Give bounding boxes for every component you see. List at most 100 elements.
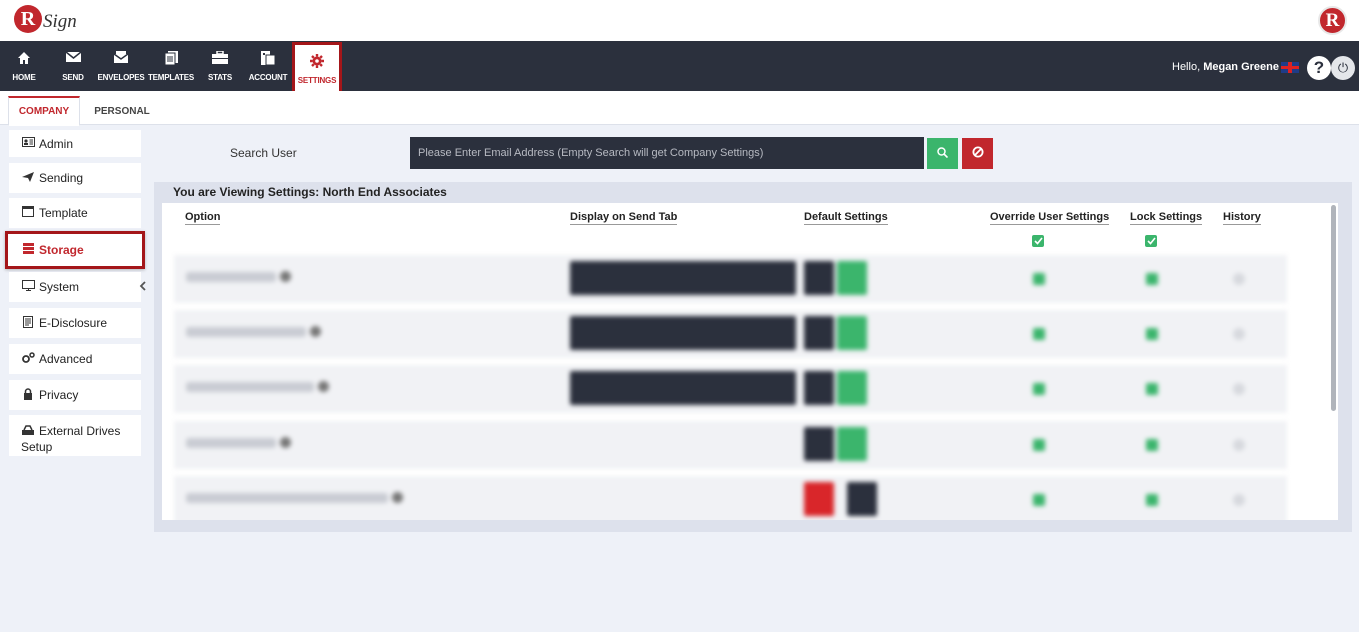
gear-icon — [310, 53, 324, 72]
nav-envelopes[interactable]: ENVELOPES — [97, 41, 145, 91]
monitor-icon — [21, 280, 35, 294]
column-lock-settings: Lock Settings — [1130, 211, 1203, 225]
display-select[interactable] — [570, 261, 796, 295]
override-checkbox[interactable] — [1033, 439, 1045, 451]
nav-home[interactable]: HOME — [6, 41, 42, 91]
sidebar-item-e-disclosure[interactable]: E-Disclosure — [9, 308, 141, 338]
table-row — [174, 476, 1287, 520]
toggle-off-button[interactable] — [804, 371, 834, 405]
briefcase-icon — [212, 49, 228, 69]
column-history: History — [1223, 211, 1261, 225]
nav-account-label: ACCOUNT — [248, 72, 288, 82]
override-checkbox[interactable] — [1033, 383, 1045, 395]
sidebar-item-template[interactable]: Template — [9, 198, 141, 228]
user-greeting: Hello, Megan Greene — [1172, 61, 1279, 73]
info-icon — [280, 271, 291, 282]
document-icon — [21, 315, 35, 331]
toggle-off-button[interactable] — [847, 482, 877, 516]
settings-table: Option Display on Send Tab Default Setti… — [162, 203, 1338, 520]
top-logo-bar: R Sign R — [0, 0, 1359, 41]
history-icon[interactable] — [1233, 328, 1245, 340]
toggle-on-button[interactable] — [837, 427, 867, 461]
sidebar-item-sending[interactable]: Sending — [9, 163, 141, 193]
nav-settings[interactable]: SETTINGS — [292, 42, 342, 96]
help-button[interactable]: ? — [1307, 56, 1331, 80]
nav-home-label: HOME — [12, 72, 36, 82]
toggle-off-button[interactable] — [804, 261, 834, 295]
column-display-on-send-tab: Display on Send Tab — [570, 211, 678, 225]
sidebar-item-advanced[interactable]: Advanced — [9, 344, 141, 374]
display-select[interactable] — [570, 316, 796, 350]
search-button[interactable] — [927, 138, 958, 169]
uk-flag-icon[interactable] — [1281, 62, 1299, 73]
sidebar-item-label: E-Disclosure — [39, 316, 108, 330]
history-icon[interactable] — [1233, 383, 1245, 395]
sidebar-item-label: System — [39, 280, 80, 294]
info-icon — [280, 437, 291, 448]
lock-checkbox[interactable] — [1146, 273, 1158, 285]
column-option: Option — [185, 211, 221, 225]
sidebar-item-label: External Drives Setup — [21, 424, 121, 454]
table-scrollbar[interactable] — [1331, 205, 1336, 411]
sidebar-item-system[interactable]: System — [9, 272, 141, 302]
nav-send[interactable]: SEND — [56, 41, 90, 91]
lock-checkbox[interactable] — [1146, 328, 1158, 340]
search-icon — [937, 146, 949, 161]
info-icon — [392, 492, 403, 503]
toggle-on-button[interactable] — [804, 482, 834, 516]
logo-r-letter: R — [14, 5, 42, 33]
table-row — [174, 310, 1287, 358]
collapse-sidebar-chevron-icon[interactable] — [139, 281, 146, 294]
panel-title: You are Viewing Settings: North End Asso… — [173, 185, 447, 199]
user-name[interactable]: Megan Greene — [1203, 61, 1279, 73]
rpost-logo: R — [1318, 6, 1347, 35]
override-checkbox[interactable] — [1033, 273, 1045, 285]
toggle-off-button[interactable] — [804, 316, 834, 350]
sidebar-item-external-drives[interactable]: External Drives Setup — [9, 415, 141, 456]
logo-sign-text: Sign — [43, 11, 77, 32]
nav-account[interactable]: ACCOUNT — [246, 41, 290, 91]
toggle-on-button[interactable] — [837, 316, 867, 350]
display-select[interactable] — [570, 371, 796, 405]
lock-checkbox[interactable] — [1146, 439, 1158, 451]
settings-panel: You are Viewing Settings: North End Asso… — [154, 182, 1352, 532]
column-default-settings: Default Settings — [804, 211, 888, 225]
logout-power-button[interactable]: ⏻ — [1331, 56, 1355, 80]
clear-search-button[interactable] — [962, 138, 993, 169]
lock-checkbox[interactable] — [1146, 383, 1158, 395]
toggle-off-button[interactable] — [804, 427, 834, 461]
table-row — [174, 421, 1287, 469]
account-icon — [261, 50, 276, 69]
toggle-on-button[interactable] — [837, 371, 867, 405]
lock-all-checkbox[interactable] — [1145, 235, 1157, 247]
blurred-option-label — [186, 272, 276, 282]
nav-templates[interactable]: TEMPLATES — [147, 41, 195, 91]
sidebar-item-storage[interactable]: Storage — [5, 231, 145, 269]
nav-templates-label: TEMPLATES — [147, 72, 195, 82]
history-icon[interactable] — [1233, 273, 1245, 285]
rsign-logo[interactable]: R Sign — [14, 5, 77, 33]
greeting-prefix: Hello, — [1172, 61, 1201, 73]
admin-card-icon — [21, 137, 35, 150]
lock-checkbox[interactable] — [1146, 494, 1158, 506]
sidebar-item-admin[interactable]: Admin — [9, 130, 141, 157]
override-all-checkbox[interactable] — [1032, 235, 1044, 247]
tab-personal[interactable]: PERSONAL — [84, 96, 160, 126]
table-row — [174, 255, 1287, 303]
column-override-user-settings: Override User Settings — [990, 211, 1110, 225]
envelopes-icon — [113, 50, 129, 69]
history-icon[interactable] — [1233, 494, 1245, 506]
override-checkbox[interactable] — [1033, 328, 1045, 340]
nav-stats[interactable]: STATS — [203, 41, 237, 91]
paper-plane-icon — [21, 171, 35, 185]
history-icon[interactable] — [1233, 439, 1245, 451]
nav-settings-label: SETTINGS — [297, 75, 337, 85]
template-window-icon — [21, 206, 35, 220]
home-icon — [17, 51, 31, 69]
sidebar-item-privacy[interactable]: Privacy — [9, 380, 141, 410]
blurred-option-label — [186, 327, 306, 337]
tab-company[interactable]: COMPANY — [8, 96, 80, 126]
toggle-on-button[interactable] — [837, 261, 867, 295]
search-email-input[interactable] — [410, 137, 924, 169]
override-checkbox[interactable] — [1033, 494, 1045, 506]
